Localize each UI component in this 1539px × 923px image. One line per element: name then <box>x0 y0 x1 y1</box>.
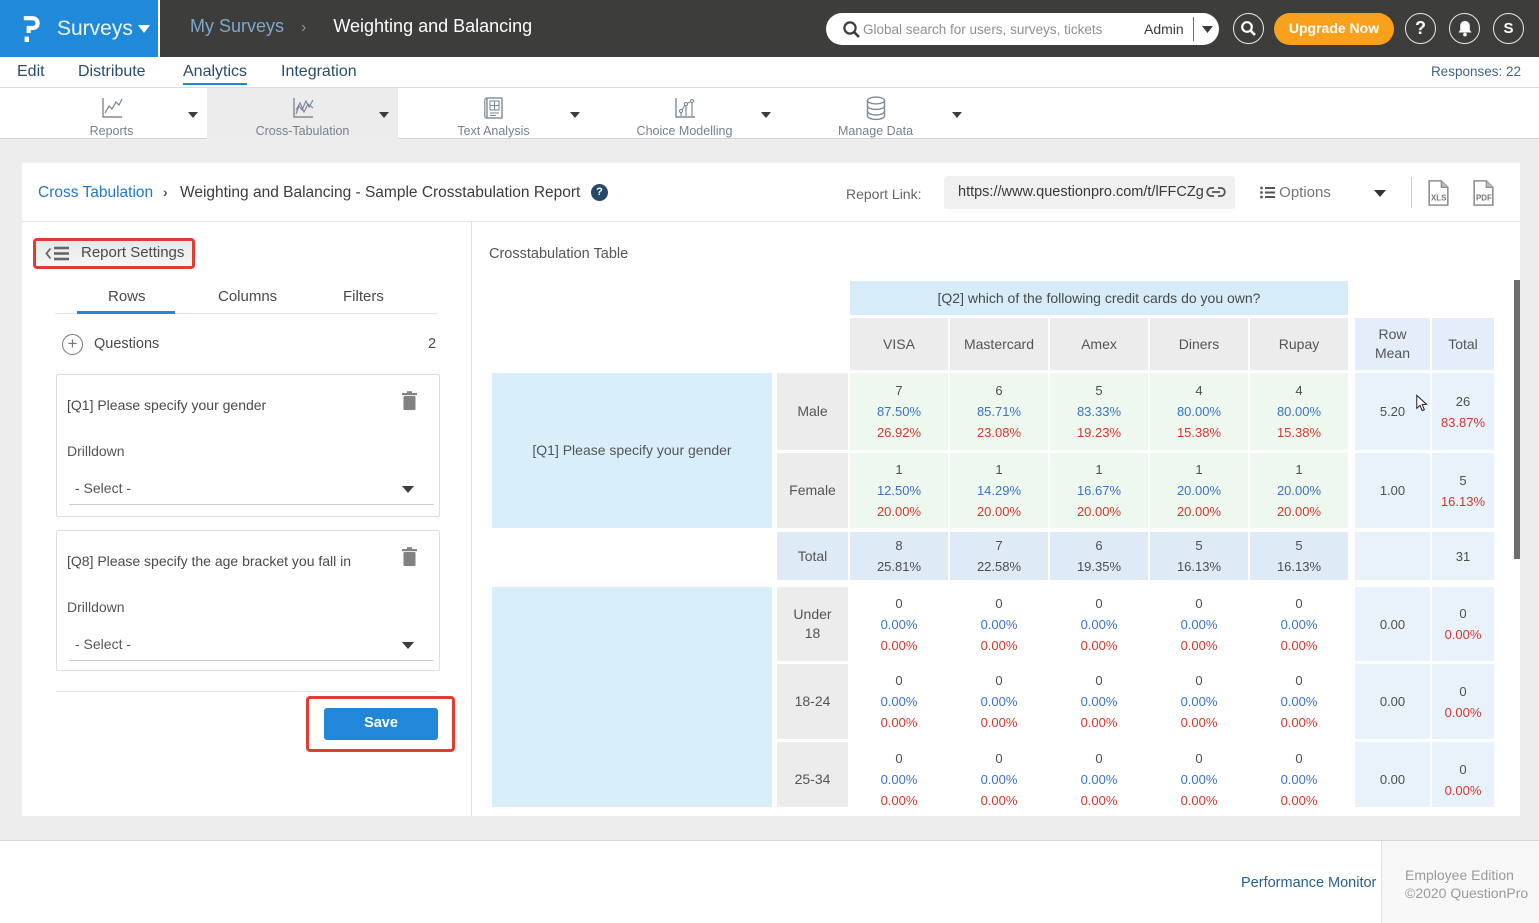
svg-text:PDF: PDF <box>1476 193 1492 202</box>
svg-text:XLS: XLS <box>1431 193 1446 202</box>
